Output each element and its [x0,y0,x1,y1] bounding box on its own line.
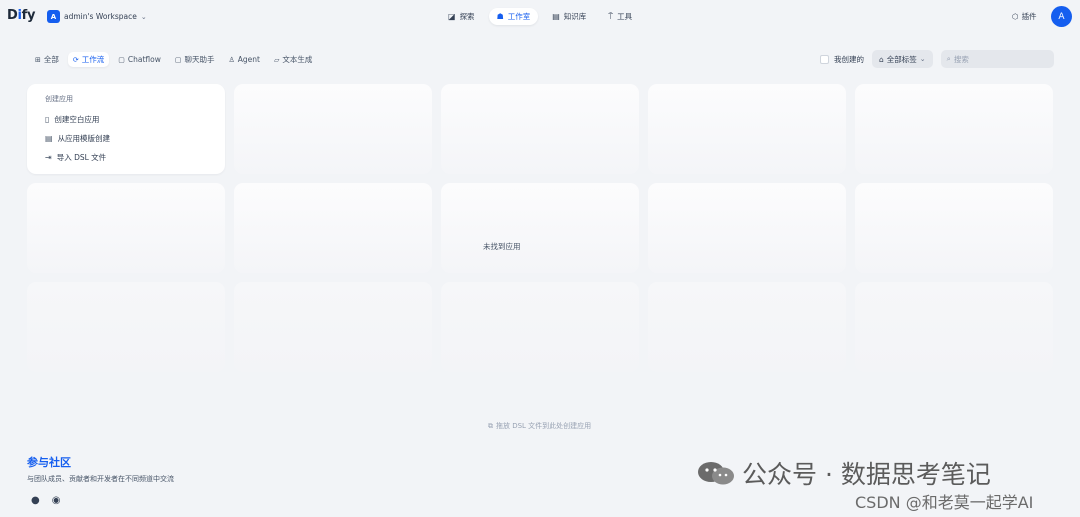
chat-icon: ▢ [174,55,182,64]
import-icon: ⇥ [45,153,52,162]
placeholder-card [648,84,846,174]
placeholder-card [27,183,225,273]
workspace-avatar: A [47,10,60,23]
placeholder-card [648,183,846,273]
nav-tools-label: 工具 [617,12,633,21]
workflow-icon: ⟳ [72,55,79,64]
filter-chatflow-label: Chatflow [127,55,161,64]
drag-file-icon: ⧉ [488,421,493,430]
search-placeholder: 搜索 [953,54,969,64]
dsl-drop-hint-text: 拖放 DSL 文件到此处创建应用 [496,422,592,430]
csdn-watermark: CSDN @和老莫一起学AI [855,493,1034,512]
nav-explore-label: 探索 [459,12,475,21]
filter-agent-label: Agent [237,55,260,64]
placeholder-card [441,84,639,174]
nav-knowledge[interactable]: ▤ 知识库 [544,8,594,25]
filter-chatflow[interactable]: ▢ Chatflow [113,52,166,67]
cube-icon: ⬡ [1012,12,1019,21]
nav-tools[interactable]: ⍑ 工具 [600,8,640,25]
robot-icon: ☗ [496,12,504,21]
right-toolbar: 我创建的 ⌂ 全部标签 ⌄ ⌕ 搜索 [820,50,1054,68]
placeholder-card [234,84,432,174]
grid-icon: ⊞ [35,55,41,64]
filter-all-label: 全部 [43,55,59,64]
book-icon: ▤ [552,12,560,21]
placeholder-card [855,282,1053,372]
empty-state-text: 未找到应用 [483,242,521,251]
community-title: 参与社区 [27,456,71,469]
filter-text-label: 文本生成 [282,55,313,64]
hammer-icon: ⍑ [608,11,614,21]
nav-knowledge-label: 知识库 [563,12,587,21]
social-links: ● ◉ [31,495,174,506]
compass-icon: ◪ [448,12,456,21]
create-blank-app-button[interactable]: ▯ 创建空白应用 [45,110,207,129]
import-dsl-button[interactable]: ⇥ 导入 DSL 文件 [45,148,207,167]
create-app-card: 创建应用 ▯ 创建空白应用 ▤ 从应用模版创建 ⇥ 导入 DSL 文件 [27,84,225,174]
placeholder-card [234,183,432,273]
placeholder-card [441,183,639,273]
search-icon: ⌕ [946,54,951,63]
filter-chat-label: 聊天助手 [184,55,215,64]
workspace-switcher[interactable]: A admin's Workspace ⌄ [47,10,147,23]
workspace-name: admin's Workspace [64,12,137,21]
chatflow-icon: ▢ [118,55,125,64]
wechat-watermark: 公众号 · 数据思考笔记 [696,455,991,491]
create-blank-label: 创建空白应用 [54,115,100,124]
my-created-label: 我创建的 [834,54,864,64]
my-created-checkbox[interactable] [820,54,829,64]
file-template-icon: ▤ [45,134,53,143]
create-template-label: 从应用模版创建 [57,134,111,143]
filter-workflow[interactable]: ⟳ 工作流 [67,52,110,67]
import-dsl-label: 导入 DSL 文件 [56,153,107,162]
filter-agent[interactable]: ♙ Agent [223,52,264,67]
tag-filter-label: 全部标签 [886,54,917,64]
app-type-filters: ⊞ 全部 ⟳ 工作流 ▢ Chatflow ▢ 聊天助手 ♙ Agent ▱ 文… [30,52,317,67]
discord-icon[interactable]: ◉ [52,495,61,506]
my-created-toggle[interactable]: 我创建的 [820,54,864,65]
main-nav: ◪ 探索 ☗ 工作室 ▤ 知识库 ⍑ 工具 [440,8,640,25]
tag-filter-select[interactable]: ⌂ 全部标签 ⌄ [872,50,933,68]
community-subtitle: 与团队成员、贡献者和开发者在不同频道中交流 [27,475,174,483]
placeholder-card [855,84,1053,174]
chevron-down-icon: ⌄ [140,12,147,21]
filter-chat-assistant[interactable]: ▢ 聊天助手 [170,52,220,67]
file-blank-icon: ▯ [45,115,50,124]
plugin-label: 插件 [1021,12,1037,21]
nav-studio[interactable]: ☗ 工作室 [488,8,539,25]
nav-studio-label: 工作室 [507,12,531,21]
placeholder-card [27,282,225,372]
placeholder-card [441,282,639,372]
github-icon[interactable]: ● [31,495,40,506]
dify-logo[interactable]: Dify [7,8,35,23]
placeholder-card [234,282,432,372]
filter-workflow-label: 工作流 [81,55,105,64]
search-input[interactable]: ⌕ 搜索 [940,50,1054,68]
dsl-drop-hint: ⧉ 拖放 DSL 文件到此处创建应用 [488,421,591,431]
plugin-button[interactable]: ⬡ 插件 [1012,11,1037,22]
placeholder-card [648,282,846,372]
watermark-line1: 公众号 · 数据思考笔记 [742,460,991,489]
tag-icon: ⌂ [879,54,884,64]
top-header: Dify A admin's Workspace ⌄ ◪ 探索 ☗ 工作室 ▤ … [0,0,1080,34]
community-section: 参与社区 与团队成员、贡献者和开发者在不同频道中交流 ● ◉ [27,454,174,506]
wechat-logo-icon [696,460,736,486]
filter-all[interactable]: ⊞ 全部 [30,52,64,67]
chevron-down-icon: ⌄ [919,55,926,63]
create-app-title: 创建应用 [45,95,73,103]
create-from-template-button[interactable]: ▤ 从应用模版创建 [45,129,207,148]
user-avatar[interactable]: A [1051,6,1072,27]
agent-icon: ♙ [228,55,235,64]
filter-text-generation[interactable]: ▱ 文本生成 [269,52,317,67]
text-icon: ▱ [273,55,280,64]
nav-explore[interactable]: ◪ 探索 [440,8,483,25]
placeholder-card [855,183,1053,273]
